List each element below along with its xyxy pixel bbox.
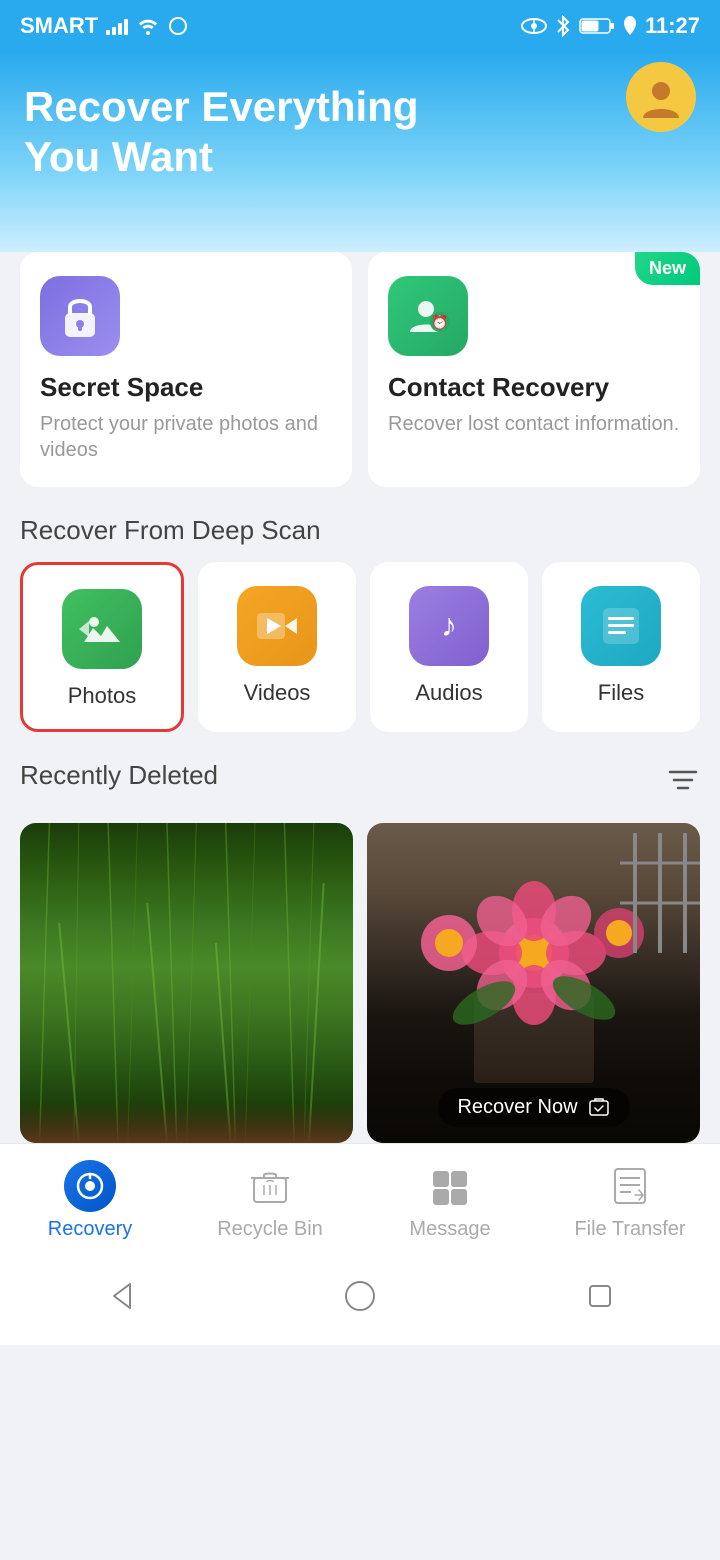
circle-icon: [168, 16, 188, 36]
back-button[interactable]: [95, 1271, 145, 1321]
wifi-icon: [136, 17, 160, 35]
leaf-icon: [623, 15, 637, 37]
scan-item-videos[interactable]: Videos: [198, 562, 356, 732]
file-transfer-nav-label: File Transfer: [574, 1218, 685, 1241]
contact-recovery-card[interactable]: New ⏰ Contact Recovery Recover lost cont…: [368, 252, 700, 487]
videos-label: Videos: [244, 680, 311, 706]
file-transfer-nav-icon: [604, 1160, 656, 1212]
recover-overlay[interactable]: Recover Now: [437, 1088, 629, 1127]
battery-icon: [579, 17, 615, 35]
audios-icon: ♪: [409, 586, 489, 666]
photos-label: Photos: [68, 683, 137, 709]
photos-icon: [62, 589, 142, 669]
scan-grid: Photos Videos ♪ Audios: [20, 562, 700, 732]
bottom-nav: Recovery Recycle Bin M: [0, 1143, 720, 1253]
secret-space-desc: Protect your private photos and videos: [40, 411, 332, 463]
eye-icon: [521, 17, 547, 35]
files-icon: [581, 586, 661, 666]
android-nav-bar: [0, 1253, 720, 1345]
message-nav-label: Message: [409, 1218, 490, 1241]
photo-grid: Recover Now: [20, 823, 700, 1143]
deep-scan-label: Recover From Deep Scan: [20, 515, 700, 546]
audios-label: Audios: [415, 680, 482, 706]
lock-icon: [40, 276, 120, 356]
recently-deleted-header: Recently Deleted: [20, 760, 700, 807]
secret-space-card[interactable]: Secret Space Protect your private photos…: [20, 252, 352, 487]
signal-bars-icon: [106, 17, 128, 35]
recycle-bin-nav-icon: [244, 1160, 296, 1212]
recover-icon: [588, 1097, 610, 1119]
nav-file-transfer[interactable]: File Transfer: [540, 1160, 720, 1241]
message-nav-icon: [424, 1160, 476, 1212]
scan-item-photos[interactable]: Photos: [20, 562, 184, 732]
time-text: 11:27: [645, 13, 700, 39]
status-left: SMART: [20, 13, 188, 39]
header: Recover Everything You Want: [0, 52, 720, 252]
svg-text:⏰: ⏰: [431, 313, 448, 331]
recently-deleted-label: Recently Deleted: [20, 760, 218, 791]
new-badge: New: [635, 252, 700, 285]
contact-icon: ⏰: [388, 276, 468, 356]
avatar-button[interactable]: [626, 62, 696, 132]
nav-recovery[interactable]: Recovery: [0, 1160, 180, 1241]
videos-icon: [237, 586, 317, 666]
photo-thumb-grass[interactable]: [20, 823, 353, 1143]
status-bar: SMART 11:27: [0, 0, 720, 52]
top-cards: Secret Space Protect your private photos…: [20, 252, 700, 487]
nav-recycle-bin[interactable]: Recycle Bin: [180, 1160, 360, 1241]
nav-message[interactable]: Message: [360, 1160, 540, 1241]
contact-recovery-title: Contact Recovery: [388, 372, 680, 403]
photo-thumb-flowers[interactable]: Recover Now: [367, 823, 700, 1143]
status-right: 11:27: [521, 13, 700, 39]
header-title: Recover Everything You Want: [24, 82, 524, 183]
scan-item-files[interactable]: Files: [542, 562, 700, 732]
bluetooth-icon: [555, 15, 571, 37]
secret-space-title: Secret Space: [40, 372, 332, 403]
svg-text:♪: ♪: [441, 607, 457, 643]
home-button[interactable]: [335, 1271, 385, 1321]
recover-now-text: Recover Now: [457, 1096, 577, 1119]
recents-button[interactable]: [575, 1271, 625, 1321]
avatar-icon: [638, 74, 684, 120]
carrier-text: SMART: [20, 13, 98, 39]
scan-item-audios[interactable]: ♪ Audios: [370, 562, 528, 732]
files-label: Files: [598, 680, 644, 706]
main-content: Secret Space Protect your private photos…: [0, 232, 720, 1143]
recovery-nav-icon: [64, 1160, 116, 1212]
contact-recovery-desc: Recover lost contact information.: [388, 411, 680, 437]
filter-icon[interactable]: [666, 763, 700, 805]
recycle-bin-nav-label: Recycle Bin: [217, 1218, 323, 1241]
recovery-nav-label: Recovery: [48, 1218, 132, 1241]
